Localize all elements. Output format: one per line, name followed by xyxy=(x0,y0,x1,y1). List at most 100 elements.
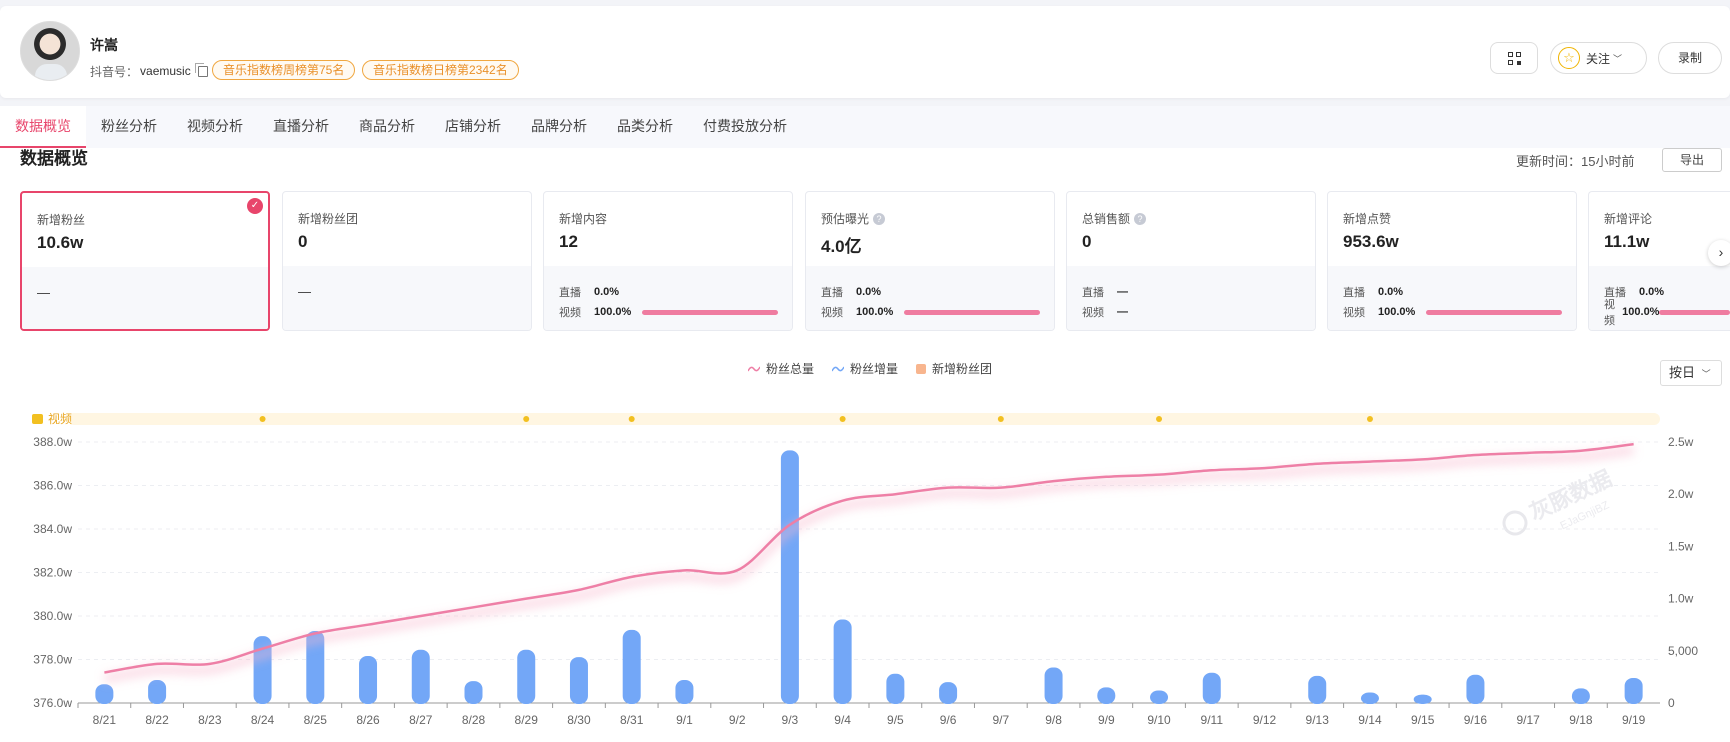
live-value: 0.0% xyxy=(856,286,882,298)
douyin-id-row: 抖音号： vaemusic xyxy=(90,62,208,79)
metric-card-new-fans[interactable]: ✓ 新增粉丝 10.6w — xyxy=(20,191,270,331)
bar[interactable] xyxy=(411,649,430,704)
x-axis-tick: 9/16 xyxy=(1464,713,1488,727)
metric-label: 新增内容 xyxy=(559,212,608,226)
video-post-dot[interactable] xyxy=(1156,416,1163,422)
tab-paid-ads[interactable]: 付费投放分析 xyxy=(688,106,802,148)
video-post-dot[interactable] xyxy=(1366,416,1373,422)
bar[interactable] xyxy=(780,450,799,704)
bar[interactable] xyxy=(95,684,114,704)
legend-increase[interactable]: 粉丝增量 xyxy=(832,360,898,377)
bar[interactable] xyxy=(1097,687,1116,704)
video-share-bar xyxy=(642,309,778,315)
video-share-row: 视频 100.0% xyxy=(1343,302,1576,322)
bar[interactable] xyxy=(1413,694,1432,704)
x-axis-tick: 8/31 xyxy=(620,713,644,727)
x-axis-tick: 9/11 xyxy=(1201,713,1224,727)
bar[interactable] xyxy=(622,629,641,704)
metric-label: 新增点赞 xyxy=(1343,212,1392,226)
bar[interactable] xyxy=(1308,675,1327,704)
video-value: 100.0% xyxy=(1622,306,1660,318)
x-axis-tick: 8/30 xyxy=(567,713,591,727)
x-axis-tick: 9/6 xyxy=(940,713,957,727)
video-label: 视频 xyxy=(1082,307,1104,319)
x-axis-tick: 9/17 xyxy=(1516,713,1540,727)
bar[interactable] xyxy=(517,649,536,704)
legend-total[interactable]: 粉丝总量 xyxy=(748,360,814,377)
check-icon: ✓ xyxy=(247,198,263,214)
x-axis-tick: 9/3 xyxy=(782,713,799,727)
weekly-rank-tag[interactable]: 音乐指数榜周榜第75名 xyxy=(212,60,356,80)
tab-brand[interactable]: 品牌分析 xyxy=(516,106,602,148)
bar[interactable] xyxy=(886,673,905,704)
bar[interactable] xyxy=(1466,674,1485,704)
video-post-dot[interactable] xyxy=(839,416,846,422)
bar[interactable] xyxy=(569,657,588,704)
bar[interactable] xyxy=(1150,690,1169,704)
video-post-dot[interactable] xyxy=(628,416,635,422)
tab-goods[interactable]: 商品分析 xyxy=(344,106,430,148)
video-post-dot[interactable] xyxy=(523,416,530,422)
legend-line-icon xyxy=(832,366,845,371)
bar[interactable] xyxy=(1624,677,1643,704)
bar[interactable] xyxy=(833,619,852,704)
legend-fan-club[interactable]: 新增粉丝团 xyxy=(916,360,992,377)
avatar[interactable] xyxy=(20,21,80,81)
metric-label: 总销售额 xyxy=(1082,212,1131,226)
record-button[interactable]: 录制 xyxy=(1658,42,1722,74)
daily-rank-tag[interactable]: 音乐指数榜日榜第2342名 xyxy=(362,60,519,80)
bar[interactable] xyxy=(1202,672,1221,704)
x-axis-tick: 8/24 xyxy=(251,713,275,727)
video-share-row: 视频 100.0% xyxy=(559,302,792,322)
right-axis-tick: 0 xyxy=(1668,696,1675,710)
overview-panel: 数据概览 更新时间：15小时前 导出 ✓ 新增粉丝 10.6w — 新增粉丝团 … xyxy=(0,148,1730,742)
bar[interactable] xyxy=(464,681,483,704)
bar[interactable] xyxy=(1044,667,1063,704)
x-axis-tick: 8/26 xyxy=(356,713,380,727)
copy-icon[interactable] xyxy=(194,62,208,77)
tab-shop[interactable]: 店铺分析 xyxy=(430,106,516,148)
metric-value: 953.6w xyxy=(1343,232,1399,251)
video-post-dot[interactable] xyxy=(259,416,266,422)
tab-category[interactable]: 品类分析 xyxy=(602,106,688,148)
star-icon: ☆ xyxy=(1558,47,1580,69)
qrcode-button[interactable] xyxy=(1490,42,1538,74)
legend-box-icon xyxy=(916,363,927,374)
follow-button[interactable]: ☆ 关注 ﹀ xyxy=(1550,42,1647,74)
bar[interactable] xyxy=(1571,688,1590,704)
tab-video[interactable]: 视频分析 xyxy=(172,106,258,148)
metric-card-new-likes[interactable]: 新增点赞 953.6w 直播 0.0% 视频 100.0% xyxy=(1327,191,1577,331)
metric-card-exposure[interactable]: 预估曝光? 4.0亿 直播 0.0% 视频 100.0% xyxy=(805,191,1055,331)
help-icon[interactable]: ? xyxy=(873,212,886,225)
metric-card-new-content[interactable]: 新增内容 12 直播 0.0% 视频 100.0% xyxy=(543,191,793,331)
metric-card-new-comments[interactable]: 新增评论 11.1w 直播 0.0% 视频 100.0% xyxy=(1588,191,1730,331)
video-icon xyxy=(32,414,43,424)
video-share-bar xyxy=(904,309,1040,315)
bar[interactable] xyxy=(675,680,694,704)
video-value: 100.0% xyxy=(1378,306,1416,318)
video-track-label: 视频 xyxy=(48,411,72,426)
video-post-dot[interactable] xyxy=(997,416,1004,422)
metric-card-new-fan-club[interactable]: 新增粉丝团 0 — xyxy=(282,191,532,331)
video-share-row: 视频 100.0% xyxy=(821,302,1054,322)
help-icon[interactable]: ? xyxy=(1134,212,1147,225)
tab-fans[interactable]: 粉丝分析 xyxy=(86,106,172,148)
video-label: 视频 xyxy=(1604,299,1615,327)
export-button[interactable]: 导出 xyxy=(1662,148,1722,172)
live-value: — xyxy=(1117,286,1128,298)
live-share-row: 直播 0.0% xyxy=(821,282,1054,302)
tab-overview[interactable]: 数据概览 xyxy=(0,106,86,148)
granularity-select[interactable]: 按日 ﹀ xyxy=(1660,360,1722,386)
tab-live[interactable]: 直播分析 xyxy=(258,106,344,148)
bar[interactable] xyxy=(1360,692,1379,704)
left-axis-tick: 376.0w xyxy=(33,696,72,710)
watermark: 灰豚数据 EJaGnjiBZ xyxy=(1502,466,1616,536)
bar[interactable] xyxy=(359,656,378,704)
bar[interactable] xyxy=(148,680,167,704)
right-axis-tick: 1.5w xyxy=(1668,539,1694,553)
metric-card-sales[interactable]: 总销售额? 0 直播 — 视频 — xyxy=(1066,191,1316,331)
x-axis-tick: 9/8 xyxy=(1045,713,1062,727)
bar[interactable] xyxy=(939,682,958,704)
follow-label: 关注 xyxy=(1586,51,1611,66)
chevron-right-icon[interactable]: › xyxy=(1708,240,1730,266)
